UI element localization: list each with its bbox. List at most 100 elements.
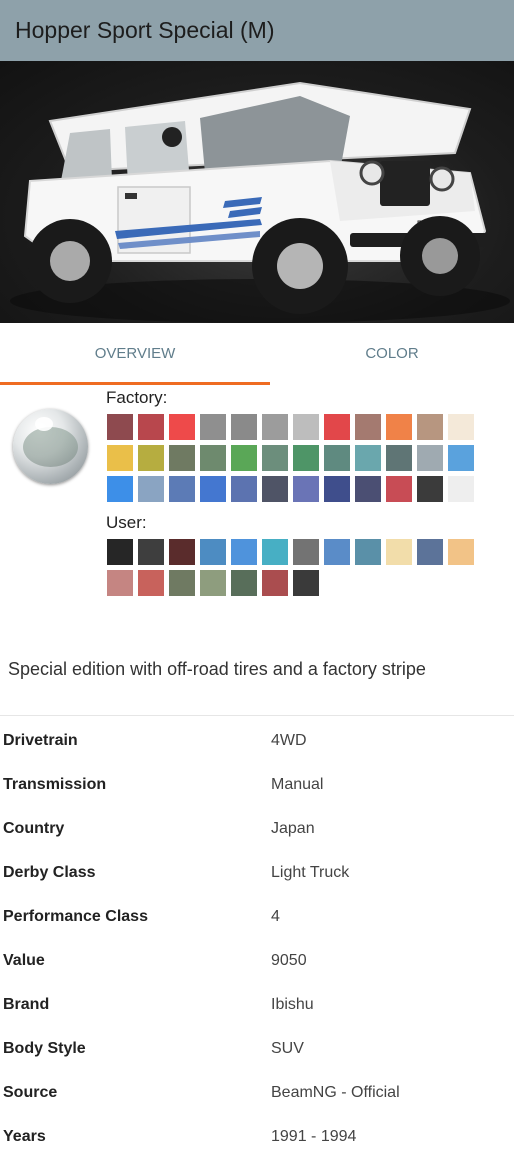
vehicle-description: Special edition with off-road tires and … [8, 659, 426, 679]
factory-color-grid [107, 414, 474, 502]
user-color-swatch[interactable] [138, 570, 164, 596]
spec-value: 4WD [271, 732, 307, 749]
factory-color-swatch[interactable] [386, 476, 412, 502]
spec-label: Body Style [3, 1040, 86, 1057]
factory-color-swatch[interactable] [169, 476, 195, 502]
user-color-swatch[interactable] [262, 539, 288, 565]
user-colors-label: User: [106, 513, 147, 532]
factory-color-swatch[interactable] [231, 476, 257, 502]
factory-color-swatch[interactable] [324, 476, 350, 502]
user-color-swatch[interactable] [107, 570, 133, 596]
factory-color-swatch[interactable] [169, 445, 195, 471]
spec-row: Performance Class 4 [0, 896, 514, 940]
spec-row: Source BeamNG - Official [0, 1072, 514, 1116]
user-color-swatch[interactable] [293, 570, 319, 596]
user-color-swatch[interactable] [169, 539, 195, 565]
spec-value: Japan [271, 820, 315, 837]
user-color-swatch[interactable] [138, 539, 164, 565]
factory-color-swatch[interactable] [231, 414, 257, 440]
spec-value: BeamNG - Official [271, 1084, 400, 1101]
factory-color-swatch[interactable] [107, 476, 133, 502]
factory-color-swatch[interactable] [293, 476, 319, 502]
vehicle-title: Hopper Sport Special (M) [15, 17, 275, 43]
factory-color-swatch[interactable] [324, 445, 350, 471]
tab-overview[interactable]: OVERVIEW [0, 323, 270, 385]
spec-value: 9050 [271, 952, 307, 969]
vehicle-preview-image [0, 61, 514, 323]
user-color-swatch[interactable] [231, 539, 257, 565]
factory-color-swatch[interactable] [138, 414, 164, 440]
spec-value: SUV [271, 1040, 304, 1057]
spec-row: Body Style SUV [0, 1028, 514, 1072]
factory-color-swatch[interactable] [386, 414, 412, 440]
factory-color-swatch[interactable] [417, 476, 443, 502]
user-color-swatch[interactable] [169, 570, 195, 596]
factory-color-swatch[interactable] [293, 445, 319, 471]
user-color-swatch[interactable] [200, 539, 226, 565]
spec-label: Performance Class [3, 908, 148, 925]
factory-color-swatch[interactable] [293, 414, 319, 440]
factory-color-swatch[interactable] [448, 445, 474, 471]
user-color-swatch[interactable] [293, 539, 319, 565]
user-color-swatch[interactable] [107, 539, 133, 565]
spec-row: Drivetrain 4WD [0, 720, 514, 764]
factory-color-swatch[interactable] [417, 414, 443, 440]
factory-color-swatch[interactable] [417, 445, 443, 471]
paint-preview-ball [13, 409, 88, 484]
suv-illustration [10, 81, 510, 323]
spec-label: Country [3, 820, 65, 837]
spec-label: Derby Class [3, 864, 96, 881]
user-color-swatch[interactable] [448, 539, 474, 565]
user-color-grid [107, 539, 474, 596]
factory-color-swatch[interactable] [262, 476, 288, 502]
spec-label: Value [3, 952, 45, 969]
spec-row: Transmission Manual [0, 764, 514, 808]
spec-value: Manual [271, 776, 324, 793]
factory-color-swatch[interactable] [262, 414, 288, 440]
spec-label: Transmission [3, 776, 107, 793]
factory-color-swatch[interactable] [324, 414, 350, 440]
tab-color[interactable]: COLOR [270, 323, 514, 385]
factory-color-swatch[interactable] [231, 445, 257, 471]
user-color-swatch[interactable] [355, 539, 381, 565]
user-color-swatch[interactable] [231, 570, 257, 596]
spec-label: Drivetrain [3, 732, 78, 749]
divider [0, 715, 514, 716]
spec-row: Value 9050 [0, 940, 514, 984]
color-picker: Factory: User: [0, 385, 514, 615]
spec-row: Country Japan [0, 808, 514, 852]
factory-color-swatch[interactable] [262, 445, 288, 471]
spec-value: Ibishu [271, 996, 314, 1013]
factory-color-swatch[interactable] [138, 445, 164, 471]
spec-value: 4 [271, 908, 280, 925]
user-color-swatch[interactable] [386, 539, 412, 565]
factory-color-swatch[interactable] [107, 414, 133, 440]
tab-bar: OVERVIEW COLOR [0, 323, 514, 385]
factory-color-swatch[interactable] [200, 476, 226, 502]
vehicle-header: Hopper Sport Special (M) [0, 0, 514, 61]
spec-value: 1991 - 1994 [271, 1128, 357, 1145]
spec-label: Brand [3, 996, 50, 1013]
factory-color-swatch[interactable] [200, 445, 226, 471]
factory-color-swatch[interactable] [169, 414, 195, 440]
spec-row: Derby Class Light Truck [0, 852, 514, 896]
user-color-swatch[interactable] [324, 539, 350, 565]
factory-color-swatch[interactable] [448, 476, 474, 502]
user-color-swatch[interactable] [417, 539, 443, 565]
user-color-swatch[interactable] [200, 570, 226, 596]
user-color-swatch[interactable] [262, 570, 288, 596]
factory-color-swatch[interactable] [355, 414, 381, 440]
spec-row: Years 1991 - 1994 [0, 1116, 514, 1160]
factory-colors-label: Factory: [106, 388, 168, 407]
factory-color-swatch[interactable] [107, 445, 133, 471]
factory-color-swatch[interactable] [355, 445, 381, 471]
spec-row: Brand Ibishu [0, 984, 514, 1028]
spec-label: Years [3, 1128, 46, 1145]
spec-label: Source [3, 1084, 58, 1101]
factory-color-swatch[interactable] [386, 445, 412, 471]
factory-color-swatch[interactable] [448, 414, 474, 440]
factory-color-swatch[interactable] [138, 476, 164, 502]
spec-value: Light Truck [271, 864, 350, 881]
factory-color-swatch[interactable] [200, 414, 226, 440]
factory-color-swatch[interactable] [355, 476, 381, 502]
